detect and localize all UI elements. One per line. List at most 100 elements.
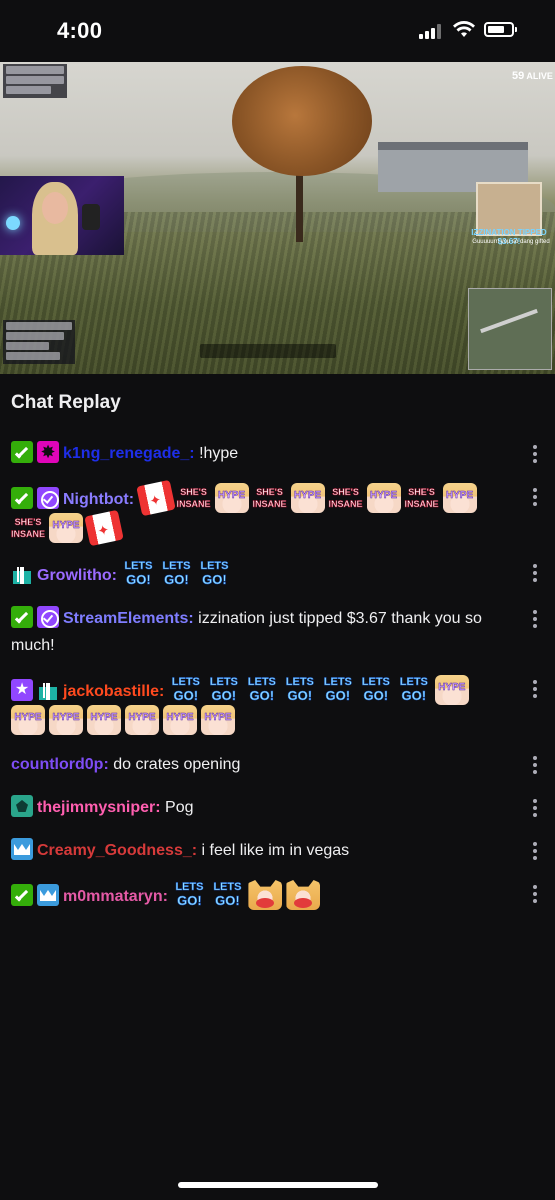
message-more-options-icon[interactable] <box>529 678 541 698</box>
chat-username-colon: : <box>155 799 166 816</box>
chat-username[interactable]: m0mmataryn <box>63 888 163 905</box>
sub-gifter-badge-icon[interactable] <box>37 679 59 701</box>
message-more-options-icon[interactable] <box>529 797 541 817</box>
moderator-badge-icon[interactable] <box>11 441 33 463</box>
lets-go-emote[interactable] <box>206 675 241 705</box>
chat-username[interactable]: k1ng_renegade_ <box>63 445 189 462</box>
minimap <box>468 288 552 370</box>
chat-username[interactable]: Nightbot <box>63 491 129 508</box>
alive-counter: 59 ALIVE <box>512 70 553 82</box>
tip-alert-message: Guuuuurrl you so dang gifted <box>472 239 550 245</box>
lets-go-emote[interactable] <box>168 675 203 705</box>
verified-badge-icon[interactable] <box>37 606 59 628</box>
gem-badge-icon[interactable] <box>11 795 33 817</box>
chat-username-colon: : <box>111 567 122 584</box>
message-more-options-icon[interactable] <box>529 443 541 463</box>
hype-emote[interactable] <box>49 704 83 735</box>
chat-list[interactable]: k1ng_renegade_: !hypeNightbot: Growlitho… <box>0 434 555 920</box>
message-more-options-icon[interactable] <box>529 486 541 506</box>
lets-go-emote[interactable] <box>159 559 194 589</box>
battery-icon <box>484 22 517 37</box>
hype-emote[interactable] <box>125 704 159 735</box>
chat-username-colon: : <box>191 842 202 859</box>
chat-message[interactable]: StreamElements: izzination just tipped $… <box>0 599 555 669</box>
chat-username[interactable]: thejimmysniper <box>37 799 155 816</box>
message-more-options-icon[interactable] <box>529 883 541 903</box>
chat-message[interactable]: jackobastille: <box>0 669 555 745</box>
status-bar: 4:00 <box>0 0 555 62</box>
streamer-facecam <box>0 176 124 255</box>
chat-username[interactable]: Creamy_Goodness_ <box>37 842 192 859</box>
shes-insane-emote[interactable] <box>252 483 287 513</box>
hype-emote[interactable] <box>87 704 121 735</box>
chat-username[interactable]: jackobastille <box>63 683 159 700</box>
chat-username[interactable]: Growlitho <box>37 567 112 584</box>
chat-message[interactable]: countlord0p: do crates opening <box>0 745 555 788</box>
lets-go-emote[interactable] <box>210 880 245 910</box>
subscriber-badge-icon[interactable] <box>11 838 33 860</box>
cat-heart-emote[interactable] <box>286 880 321 910</box>
lets-go-emote[interactable] <box>244 675 279 705</box>
chat-username-colon: : <box>162 888 173 905</box>
message-more-options-icon[interactable] <box>529 562 541 582</box>
chat-username[interactable]: countlord0p <box>11 756 103 773</box>
shes-insane-emote[interactable] <box>176 483 211 513</box>
hype-emote[interactable] <box>442 482 477 513</box>
chat-username-colon: : <box>188 610 199 627</box>
hype-emote[interactable] <box>11 704 45 735</box>
wifi-icon <box>453 21 475 37</box>
chat-message[interactable]: k1ng_renegade_: !hype <box>0 434 555 477</box>
cellular-signal-icon <box>419 24 441 39</box>
top-tips-panel <box>3 64 67 98</box>
lets-go-emote[interactable] <box>358 675 393 705</box>
lets-go-emote[interactable] <box>396 675 431 705</box>
lets-go-emote[interactable] <box>172 880 207 910</box>
shes-insane-emote[interactable] <box>404 483 439 513</box>
vip-badge-icon[interactable] <box>37 441 59 463</box>
chat-text: Pog <box>165 799 194 816</box>
hype-emote[interactable] <box>49 512 83 543</box>
verified-badge-icon[interactable] <box>37 487 59 509</box>
founder-badge-icon[interactable] <box>11 679 33 701</box>
video-tree <box>232 66 372 176</box>
hype-emote[interactable] <box>214 482 249 513</box>
hype-emote[interactable] <box>366 482 401 513</box>
chat-message[interactable]: Creamy_Goodness_: i feel like im in vega… <box>0 831 555 874</box>
lets-go-emote[interactable] <box>197 559 232 589</box>
hype-emote[interactable] <box>201 704 235 735</box>
cat-heart-emote[interactable] <box>248 880 283 910</box>
lets-go-emote[interactable] <box>282 675 317 705</box>
video-player[interactable]: 59 ALIVE IZZINATION TIPPED $3.67! Guuuuu… <box>0 62 555 374</box>
moderator-badge-icon[interactable] <box>11 884 33 906</box>
chat-username[interactable]: StreamElements <box>63 610 188 627</box>
message-more-options-icon[interactable] <box>529 754 541 774</box>
chat-text: i feel like im in vegas <box>201 842 350 859</box>
lets-go-emote[interactable] <box>121 559 156 589</box>
sub-gifter-badge-icon[interactable] <box>11 563 33 585</box>
message-more-options-icon[interactable] <box>529 608 541 628</box>
shes-insane-emote[interactable] <box>328 483 363 513</box>
subscriber-badge-icon[interactable] <box>37 884 59 906</box>
alive-label: ALIVE <box>526 71 553 81</box>
hype-emote[interactable] <box>434 674 469 705</box>
canada-socks-emote[interactable] <box>84 509 124 547</box>
chat-username-colon: : <box>189 445 200 462</box>
canada-socks-emote[interactable] <box>135 479 176 517</box>
lets-go-emote[interactable] <box>320 675 355 705</box>
chat-message[interactable]: m0mmataryn: <box>0 874 555 920</box>
home-indicator[interactable] <box>178 1182 378 1188</box>
chat-text: do crates opening <box>113 756 241 773</box>
chat-replay-title: Chat Replay <box>11 392 121 413</box>
moderator-badge-icon[interactable] <box>11 487 33 509</box>
chat-message[interactable]: thejimmysniper: Pog <box>0 788 555 831</box>
chat-username-colon: : <box>159 683 169 700</box>
message-more-options-icon[interactable] <box>529 840 541 860</box>
team-list-panel <box>3 320 75 364</box>
alive-count: 59 <box>512 70 525 82</box>
hype-emote[interactable] <box>290 482 325 513</box>
moderator-badge-icon[interactable] <box>11 606 33 628</box>
chat-message[interactable]: Growlitho: <box>0 553 555 599</box>
chat-message[interactable]: Nightbot: <box>0 477 555 553</box>
hype-emote[interactable] <box>163 704 197 735</box>
shes-insane-emote[interactable] <box>11 513 45 543</box>
